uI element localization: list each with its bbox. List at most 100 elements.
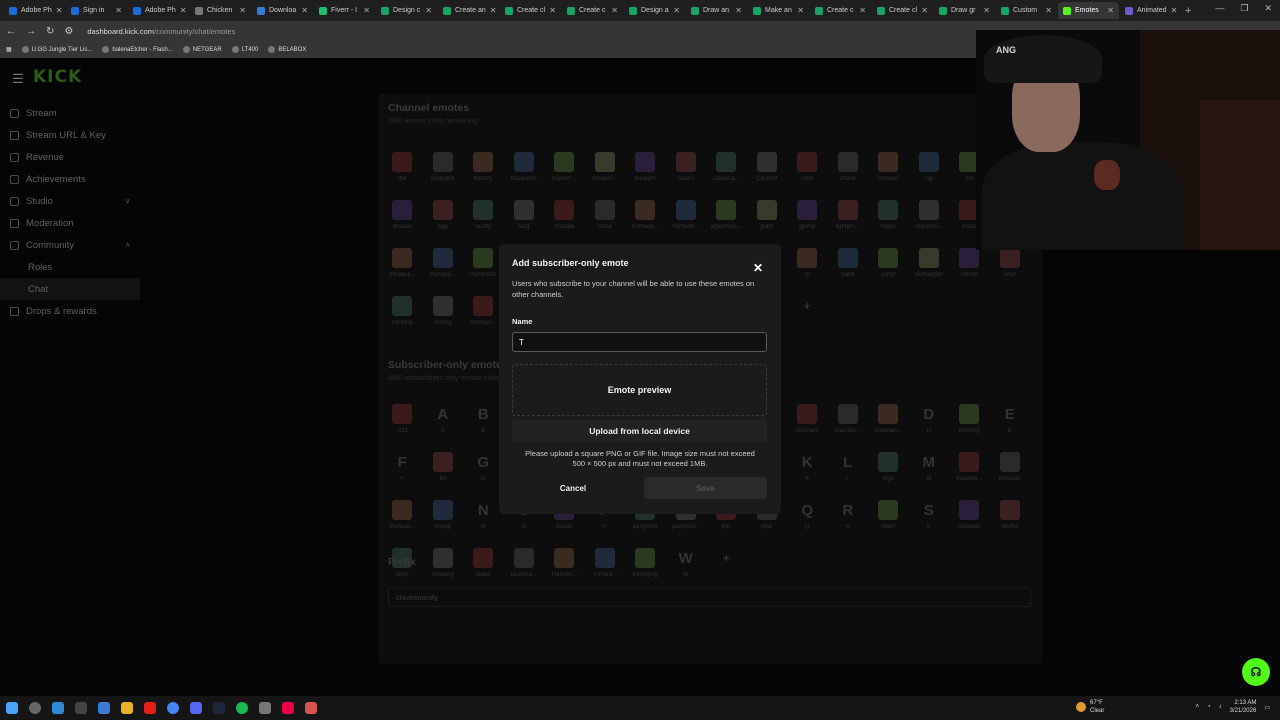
emote-item[interactable]: jegermeis... — [706, 194, 747, 242]
tab-close-icon[interactable]: ✕ — [301, 6, 308, 15]
emote-item[interactable]: KK — [787, 446, 828, 494]
browser-tab[interactable]: Make an ✕ — [748, 2, 809, 19]
spotify-icon[interactable] — [236, 702, 248, 714]
new-tab-icon[interactable]: + — [1185, 5, 1191, 17]
obs-icon[interactable] — [259, 702, 271, 714]
emote-item[interactable]: cash — [787, 146, 828, 194]
emote-item[interactable]: jbald — [747, 194, 788, 242]
chevron-icon[interactable]: ˄ — [125, 241, 130, 250]
emote-item[interactable]: mubgf — [423, 494, 464, 542]
browser-tab[interactable]: Draw gr ✕ — [934, 2, 995, 19]
emote-item[interactable]: mandoe... — [909, 194, 950, 242]
emote-item[interactable]: egg — [423, 194, 464, 242]
restore-icon[interactable]: ❐ — [1240, 3, 1248, 14]
sidebar-item-stream[interactable]: Stream — [0, 102, 140, 124]
emote-item[interactable]: caseyca... — [706, 146, 747, 194]
emote-item[interactable]: fbi — [423, 446, 464, 494]
emote-item[interactable]: logo — [868, 446, 909, 494]
tab-close-icon[interactable]: ✕ — [363, 6, 370, 15]
close-icon[interactable]: ✕ — [753, 261, 763, 275]
sidebar-item-stream-url-key[interactable]: Stream URL & Key — [0, 124, 140, 146]
emote-item[interactable]: crabdan... — [868, 398, 909, 446]
emote-item[interactable]: FF — [382, 446, 423, 494]
forward-icon[interactable]: → — [26, 26, 36, 37]
tab-close-icon[interactable]: ✕ — [115, 6, 122, 15]
tab-close-icon[interactable]: ✕ — [611, 6, 618, 15]
file-explorer-icon[interactable] — [121, 702, 133, 714]
emote-item[interactable]: EE — [990, 398, 1031, 446]
emote-item[interactable]: firesale — [544, 194, 585, 242]
tab-close-icon[interactable]: ✕ — [239, 6, 246, 15]
emote-item[interactable]: script — [868, 242, 909, 290]
emote-item[interactable]: bladestoe — [504, 146, 545, 194]
emote-item[interactable]: countdo... — [828, 398, 869, 446]
emote-item[interactable]: chicken — [868, 146, 909, 194]
tab-close-icon[interactable]: ✕ — [1045, 6, 1052, 15]
emote-item[interactable]: 7/11 — [382, 398, 423, 446]
browser-tab[interactable]: Adobe Ph ✕ — [128, 2, 189, 19]
emote-item[interactable]: tommys... — [463, 290, 504, 338]
browser-tab[interactable]: Design a ✕ — [624, 2, 685, 19]
tab-close-icon[interactable]: ✕ — [797, 6, 804, 15]
emote-item[interactable]: mandoli... — [949, 446, 990, 494]
save-button[interactable]: Save — [644, 477, 767, 499]
browser-tab[interactable]: Draw an ✕ — [686, 2, 747, 19]
emote-item[interactable]: andydick — [423, 146, 464, 194]
tab-close-icon[interactable]: ✕ — [490, 6, 497, 15]
kick-logo[interactable]: KICK — [33, 67, 82, 87]
tab-close-icon[interactable]: ✕ — [673, 6, 680, 15]
chrome-icon[interactable] — [167, 702, 179, 714]
volume-icon[interactable]: ♪ — [1219, 704, 1222, 710]
back-icon[interactable]: ← — [6, 26, 16, 37]
tab-close-icon[interactable]: ✕ — [549, 6, 556, 15]
youtube-icon[interactable] — [144, 702, 156, 714]
sidebar-item-achievements[interactable]: Achievements — [0, 168, 140, 190]
browser-tab[interactable]: Create cl ✕ — [500, 2, 561, 19]
tab-close-icon[interactable]: ✕ — [1107, 6, 1114, 15]
emote-item[interactable]: DD — [909, 398, 950, 446]
bookmark-item[interactable]: LT400 — [231, 46, 258, 53]
emote-item[interactable]: Sabbath — [949, 494, 990, 542]
sidebar-item-drops-rewards[interactable]: Drops & rewards — [0, 300, 140, 322]
browser-tab[interactable]: Create c ✕ — [810, 2, 871, 19]
tab-close-icon[interactable]: ✕ — [983, 6, 990, 15]
close-window-icon[interactable]: ✕ — [1264, 3, 1272, 14]
emote-item[interactable]: battery — [463, 146, 504, 194]
emote-item[interactable]: fatig — [504, 194, 545, 242]
browser-tab[interactable]: Create cl ✕ — [872, 2, 933, 19]
tab-close-icon[interactable]: ✕ — [859, 6, 866, 15]
browser-tab[interactable]: Custom ✕ — [996, 2, 1057, 19]
emote-item[interactable]: fastfly — [463, 194, 504, 242]
steam-icon[interactable] — [213, 702, 225, 714]
emote-item[interactable]: donotsy — [949, 398, 990, 446]
emote-item[interactable]: selfhapper — [909, 242, 950, 290]
emote-item[interactable]: donate — [382, 194, 423, 242]
emote-item[interactable]: chase — [828, 146, 869, 194]
sidebar-item-roles[interactable]: Roles — [0, 256, 140, 278]
emote-item[interactable]: lighters... — [828, 194, 869, 242]
chrome-alt-icon[interactable] — [282, 702, 294, 714]
emote-item[interactable]: SS — [909, 494, 950, 542]
emote-item[interactable]: WW — [666, 542, 707, 590]
sidebar-item-community[interactable]: Community ˄ — [0, 234, 140, 256]
emote-item[interactable]: cocktails — [787, 398, 828, 446]
emote-item[interactable]: GG — [463, 446, 504, 494]
upload-button[interactable]: Upload from local device — [512, 420, 767, 442]
emote-item[interactable]: milwauk... — [382, 242, 423, 290]
browser-tab[interactable]: Fiverr - I ✕ — [314, 2, 375, 19]
emote-item[interactable]: homede... — [666, 194, 707, 242]
unreal-icon[interactable] — [75, 702, 87, 714]
network-icon[interactable]: ◔ — [1207, 704, 1211, 710]
emote-item[interactable]: Tommy — [423, 290, 464, 338]
minimize-icon[interactable]: — — [1215, 3, 1224, 14]
emote-item[interactable]: callers — [666, 146, 707, 194]
tab-close-icon[interactable]: ✕ — [56, 6, 63, 15]
emote-item[interactable]: cig — [909, 146, 950, 194]
emote-item[interactable]: jjpimp — [787, 194, 828, 242]
discord-icon[interactable] — [190, 702, 202, 714]
emote-item[interactable]: MM — [909, 446, 950, 494]
emote-item[interactable]: maco — [868, 194, 909, 242]
bookmark-item[interactable]: NETGEAR — [182, 46, 222, 53]
cancel-button[interactable]: Cancel — [512, 477, 634, 499]
emote-item[interactable]: roach — [868, 494, 909, 542]
